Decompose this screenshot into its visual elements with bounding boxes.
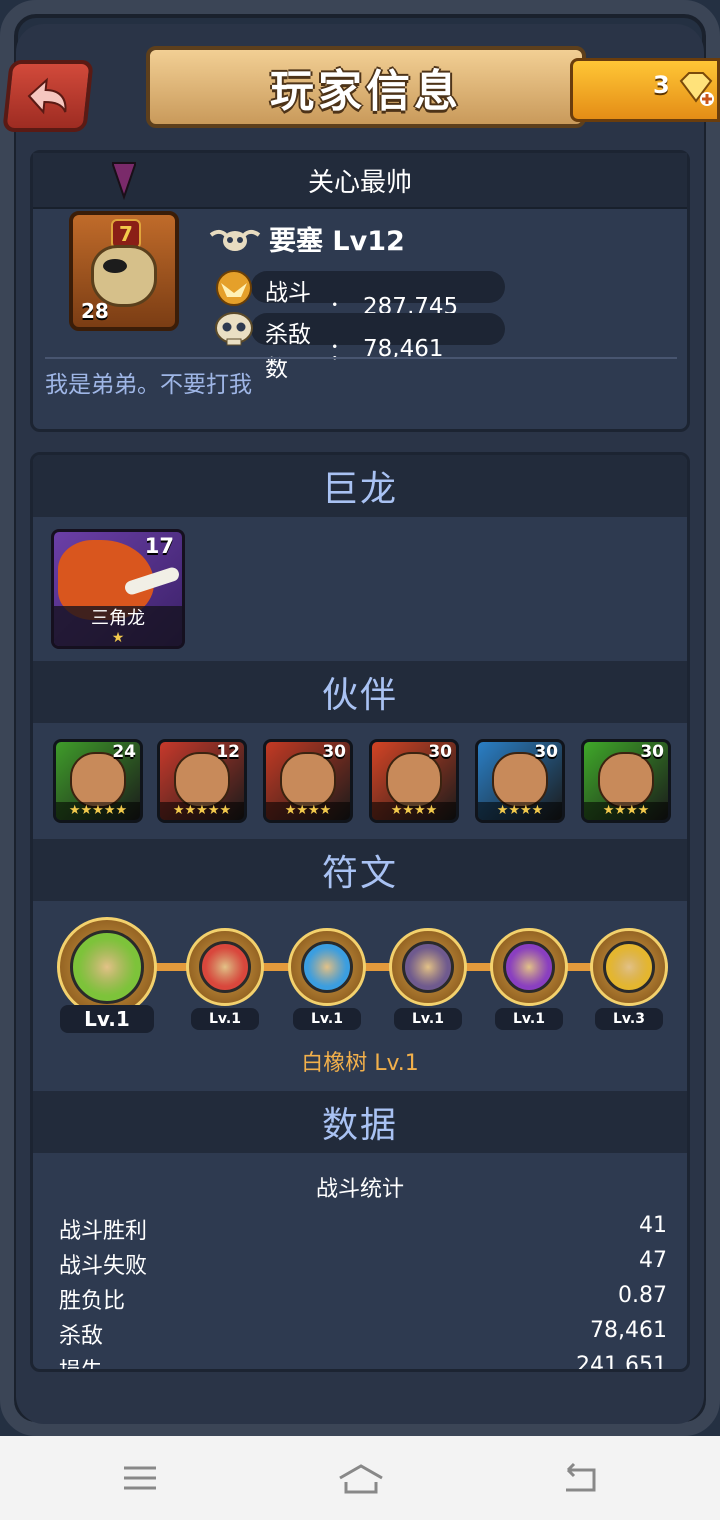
battle-stat-label: 损失	[59, 1359, 104, 1372]
partner-stars: ★★★★	[372, 802, 456, 820]
system-navigation-bar	[0, 1436, 720, 1520]
fortress-level: 要塞 Lv12	[269, 226, 405, 257]
section-header-data: 数据	[33, 1091, 687, 1153]
game-screen: 玩家信息 3 关心最帅 7 28 要塞 Lv12 战斗 ： 287,745 杀敌…	[0, 0, 720, 1436]
section-title-partners: 伙伴	[321, 675, 398, 716]
profile-divider	[45, 357, 677, 359]
rune-gem-icon	[199, 941, 251, 993]
battle-stat-value: 78,461	[590, 1318, 667, 1343]
main-content-card: 巨龙 17 三角龙 ★ 伙伴 24 ★★★★★ 12 ★★★★★ 30 ★★★★ 30 ★★★…	[30, 452, 690, 1372]
phoenix-icon	[216, 270, 252, 306]
section-header-dragon: 巨龙	[33, 455, 687, 517]
battle-stat-value: 41	[639, 1213, 667, 1238]
kills-separator: ：	[329, 339, 352, 365]
rune-gem-icon	[402, 941, 454, 993]
menu-icon[interactable]	[118, 1460, 162, 1496]
player-name: 关心最帅	[307, 167, 412, 198]
battle-stat-label: 战斗失败	[59, 1254, 148, 1279]
gem-count: 3	[653, 71, 670, 99]
player-motto: 我是弟弟。不要打我	[45, 372, 252, 398]
rune-slot[interactable]	[590, 928, 668, 1006]
back-icon[interactable]	[558, 1460, 602, 1496]
rune-slot[interactable]	[186, 928, 264, 1006]
avatar-eyepatch	[103, 259, 127, 273]
player-avatar[interactable]: 7 28	[69, 211, 179, 331]
pennant-icon	[112, 162, 136, 201]
battle-stat-row: 战斗胜利 41	[59, 1213, 667, 1247]
partner-card[interactable]: 30 ★★★★	[581, 739, 671, 823]
battle-stat-value: 241,651	[576, 1353, 667, 1372]
battle-stat-value: 0.87	[618, 1283, 667, 1308]
avatar-level: 28	[81, 299, 109, 323]
partner-stars: ★★★★	[478, 802, 562, 820]
gem-counter[interactable]: 3	[570, 58, 720, 122]
partner-level: 12	[216, 742, 240, 762]
rune-level: Lv.1	[495, 1008, 563, 1030]
partner-card[interactable]: 24 ★★★★★	[53, 739, 143, 823]
partner-card[interactable]: 30 ★★★★	[475, 739, 565, 823]
battle-stat-row: 战斗失败 47	[59, 1248, 667, 1282]
avatar-portrait	[91, 245, 157, 307]
profile-card: 关心最帅 7 28 要塞 Lv12 战斗力 ： 287,745	[30, 150, 690, 432]
dragon-card[interactable]: 17 三角龙 ★	[51, 529, 185, 649]
battle-stat-value: 47	[639, 1248, 667, 1273]
rune-gem-icon	[603, 941, 655, 993]
battle-stat-row: 杀敌 78,461	[59, 1318, 667, 1352]
rune-slot[interactable]	[389, 928, 467, 1006]
gem-plus-icon	[679, 72, 714, 106]
back-button[interactable]	[2, 60, 94, 132]
section-title-runes: 符文	[321, 853, 398, 894]
skull-icon	[215, 312, 253, 346]
partner-level: 30	[534, 742, 558, 762]
name-row: 关心最帅	[33, 153, 687, 209]
section-title-dragon: 巨龙	[321, 469, 398, 510]
horned-skull-icon	[209, 229, 261, 251]
rune-slot[interactable]	[490, 928, 568, 1006]
partner-stars: ★★★★	[584, 802, 668, 820]
partner-stars: ★★★★★	[160, 802, 244, 820]
rune-slot[interactable]	[288, 928, 366, 1006]
partner-card[interactable]: 12 ★★★★★	[157, 739, 247, 823]
home-icon[interactable]	[336, 1460, 386, 1496]
battle-stats-subtitle: 战斗统计	[315, 1177, 404, 1202]
battle-stat-row: 损失 241,651	[59, 1353, 667, 1372]
rune-slot[interactable]	[57, 917, 157, 1017]
rune-level: Lv.3	[595, 1008, 663, 1030]
rune-gem-icon	[70, 930, 144, 1004]
partner-card[interactable]: 30 ★★★★	[369, 739, 459, 823]
rune-level: Lv.1	[293, 1008, 361, 1030]
partner-level: 30	[640, 742, 664, 762]
page-title: 玩家信息	[270, 66, 462, 117]
dragon-stars: ★	[111, 630, 125, 646]
dragon-level: 17	[144, 534, 174, 558]
rune-gem-icon	[301, 941, 353, 993]
rune-gem-icon	[503, 941, 555, 993]
rune-caption: 白橡树 Lv.1	[301, 1051, 419, 1076]
section-header-partners: 伙伴	[33, 661, 687, 723]
partner-level: 24	[112, 742, 136, 762]
partner-card[interactable]: 30 ★★★★	[263, 739, 353, 823]
rune-level: Lv.1	[394, 1008, 462, 1030]
battle-stat-row: 胜负比 0.87	[59, 1283, 667, 1317]
fortress-line: 要塞 Lv12	[209, 219, 405, 258]
dragon-name: 三角龙	[91, 608, 145, 629]
partner-stars: ★★★★	[266, 802, 350, 820]
title-banner: 玩家信息	[146, 46, 586, 128]
rune-level: Lv.1	[60, 1005, 154, 1033]
partner-stars: ★★★★★	[56, 802, 140, 820]
battle-stat-label: 胜负比	[59, 1289, 126, 1314]
rune-level: Lv.1	[191, 1008, 259, 1030]
back-arrow-icon	[27, 77, 67, 115]
partner-level: 30	[322, 742, 346, 762]
battle-stat-label: 杀敌	[59, 1324, 104, 1349]
partner-level: 30	[428, 742, 452, 762]
section-title-data: 数据	[321, 1105, 398, 1146]
section-header-runes: 符文	[33, 839, 687, 901]
battle-stat-label: 战斗胜利	[59, 1219, 148, 1244]
